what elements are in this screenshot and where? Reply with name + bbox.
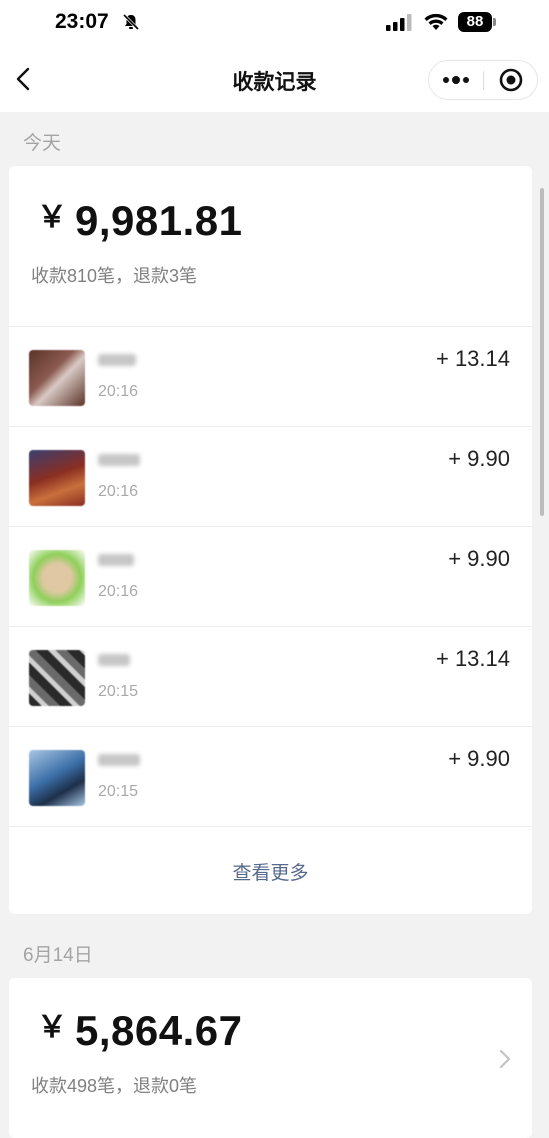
record-time: 20:15 [98, 683, 139, 700]
nav-bar: 收款记录 [0, 46, 549, 112]
chevron-right-icon [499, 1049, 511, 1069]
payer-avatar [29, 750, 85, 806]
daily-total-amount: ￥ 9,981.81 [37, 192, 243, 245]
record-amount: + 9.90 [448, 746, 510, 771]
status-bar: 23:07 88 [0, 0, 549, 46]
date-label-today: 今天 [23, 133, 62, 154]
daily-summary-card-today: ￥ 9,981.81 收款810笔，退款3笔 20:16 + 13.14 20:1… [9, 166, 532, 914]
payer-avatar [29, 350, 85, 406]
row-divider [9, 326, 532, 327]
daily-total-value: 5,864.67 [75, 1007, 243, 1054]
scrollbar-thumb[interactable] [540, 188, 544, 516]
payer-name-masked [98, 754, 140, 766]
row-divider [9, 426, 532, 427]
bell-off-icon [122, 13, 140, 31]
payer-avatar [29, 650, 85, 706]
view-more-row: 查看更多 [9, 826, 532, 914]
record-amount: + 13.14 [435, 346, 510, 371]
payer-name-masked [98, 454, 140, 466]
record-time: 20:16 [98, 483, 139, 500]
daily-total-value: 9,981.81 [75, 197, 243, 244]
row-divider [9, 826, 532, 827]
record-time: 20:15 [98, 783, 139, 800]
payer-avatar [29, 450, 85, 506]
record-time: 20:16 [98, 583, 139, 600]
record-amount: + 13.14 [435, 646, 510, 671]
row-divider [9, 626, 532, 627]
battery-cap [493, 18, 496, 26]
currency-symbol: ￥ [37, 201, 67, 234]
daily-total-amount: ￥ 5,864.67 [37, 1002, 243, 1055]
daily-summary-text: 收款498笔，退款0笔 [31, 1076, 198, 1096]
wifi-icon [424, 13, 448, 30]
payment-record-row[interactable]: 20:16 + 13.14 [9, 326, 532, 426]
payment-record-row[interactable]: 20:15 + 13.14 [9, 626, 532, 726]
more-dots-icon[interactable] [429, 61, 483, 99]
payer-avatar [29, 550, 85, 606]
payment-record-row[interactable]: 20:15 + 9.90 [9, 726, 532, 826]
payer-name-masked [98, 554, 134, 566]
daily-summary-text: 收款810笔，退款3笔 [31, 266, 198, 286]
payer-name-masked [98, 354, 136, 366]
payment-record-row[interactable]: 20:16 + 9.90 [9, 526, 532, 626]
record-time: 20:16 [98, 383, 139, 400]
cellular-signal-icon [386, 14, 412, 31]
record-amount: + 9.90 [448, 446, 510, 471]
capsule-divider [483, 71, 484, 90]
payment-record-row[interactable]: 20:16 + 9.90 [9, 426, 532, 526]
battery-indicator: 88 [458, 12, 492, 32]
date-label-jun14: 6月14日 [23, 945, 93, 966]
row-divider [9, 526, 532, 527]
close-miniprogram-icon[interactable] [485, 61, 537, 99]
status-time: 23:07 [55, 10, 109, 33]
payer-name-masked [98, 654, 130, 666]
miniprogram-capsule [428, 60, 538, 100]
currency-symbol: ￥ [37, 1011, 67, 1044]
daily-summary-card-jun14[interactable]: ￥ 5,864.67 收款498笔，退款0笔 [9, 978, 532, 1138]
view-more-link[interactable]: 查看更多 [9, 858, 532, 885]
row-divider [9, 726, 532, 727]
record-amount: + 9.90 [448, 546, 510, 571]
